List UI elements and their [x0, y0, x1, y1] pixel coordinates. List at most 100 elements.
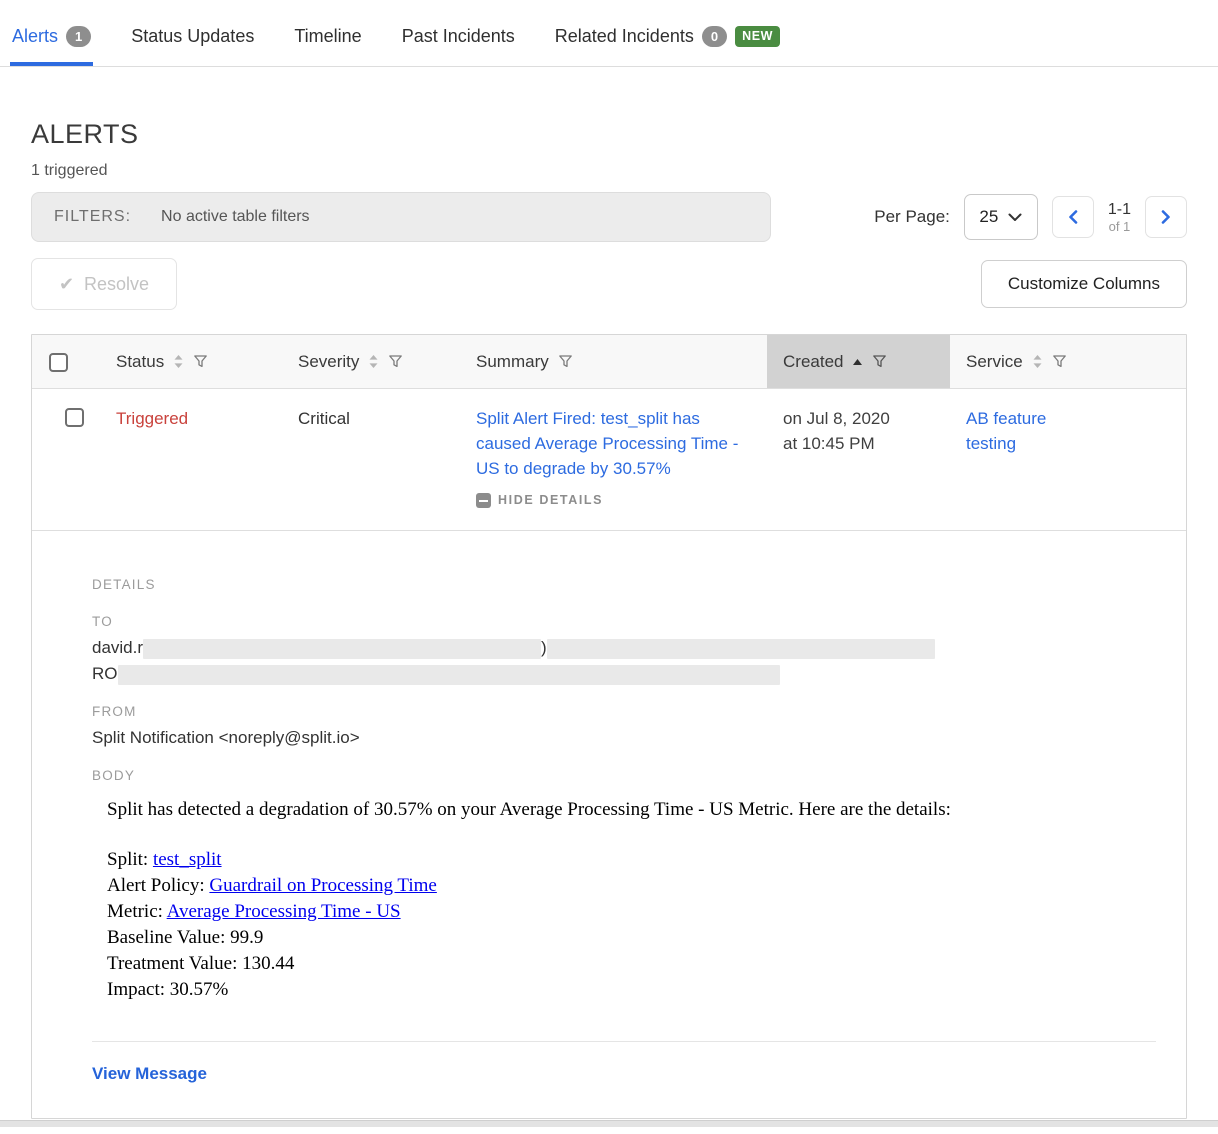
- chevron-right-icon: [1161, 210, 1171, 224]
- page-range-current: 1-1: [1108, 200, 1131, 219]
- chevron-left-icon: [1068, 210, 1078, 224]
- column-label: Severity: [298, 352, 359, 372]
- field-impact: Impact: 30.57%: [107, 977, 1156, 1003]
- sort-icon[interactable]: [1032, 354, 1043, 369]
- next-page-button[interactable]: [1145, 196, 1187, 238]
- email-body: Split has detected a degradation of 30.5…: [107, 799, 1156, 1003]
- column-header-summary[interactable]: Summary: [460, 335, 767, 388]
- status-cell: Triggered: [100, 389, 282, 530]
- column-label: Created: [783, 352, 843, 372]
- select-all-cell: [32, 335, 100, 388]
- per-page-select[interactable]: 25: [964, 194, 1038, 240]
- page-range: 1-1 of 1: [1108, 200, 1131, 235]
- column-header-status[interactable]: Status: [100, 335, 282, 388]
- table-toolbar: FILTERS: No active table filters Per Pag…: [31, 192, 1187, 242]
- page-range-total: of 1: [1108, 219, 1131, 235]
- new-badge: NEW: [735, 26, 780, 47]
- filter-funnel-icon[interactable]: [388, 354, 403, 369]
- triggered-count: 1 triggered: [31, 162, 1187, 180]
- tab-label: Timeline: [294, 26, 361, 47]
- service-link[interactable]: AB feature testing: [966, 406, 1076, 456]
- tab-alerts[interactable]: Alerts 1: [10, 26, 93, 66]
- filter-funnel-icon[interactable]: [1052, 354, 1067, 369]
- to-recipient-text: ): [541, 638, 547, 657]
- column-header-service[interactable]: Service: [950, 335, 1186, 388]
- resolve-button[interactable]: ✔ Resolve: [31, 258, 177, 310]
- to-line-2: RO: [92, 662, 1156, 686]
- filters-value: No active table filters: [161, 208, 310, 226]
- checkmark-icon: ✔: [59, 274, 74, 295]
- field-treatment-value: Treatment Value: 130.44: [107, 951, 1156, 977]
- table-row: Triggered Critical Split Alert Fired: te…: [32, 389, 1186, 530]
- filter-funnel-icon[interactable]: [193, 354, 208, 369]
- created-cell: on Jul 8, 2020 at 10:45 PM: [767, 389, 950, 530]
- row-select-cell: [32, 389, 100, 530]
- tab-past-incidents[interactable]: Past Incidents: [400, 26, 517, 66]
- hide-details-icon: [476, 493, 491, 508]
- per-page-label: Per Page:: [874, 207, 950, 227]
- filter-funnel-icon[interactable]: [558, 354, 573, 369]
- created-date: on Jul 8, 2020: [783, 406, 934, 431]
- sort-icon[interactable]: [368, 354, 379, 369]
- customize-columns-button[interactable]: Customize Columns: [981, 260, 1187, 308]
- tab-label: Past Incidents: [402, 26, 515, 47]
- resolve-button-label: Resolve: [84, 274, 149, 295]
- field-metric: Metric: Average Processing Time - US: [107, 899, 1156, 925]
- tab-status-updates[interactable]: Status Updates: [129, 26, 256, 66]
- alert-summary-link[interactable]: Split Alert Fired: test_split has caused…: [476, 409, 738, 478]
- filters-label: FILTERS:: [54, 208, 131, 226]
- body-fields: Split: test_split Alert Policy: Guardrai…: [107, 847, 1156, 1003]
- details-divider: [92, 1041, 1156, 1042]
- action-row: ✔ Resolve Customize Columns: [31, 258, 1187, 310]
- redacted-text: [143, 639, 541, 659]
- alerts-table: Status Severity Summary Created Service: [31, 334, 1187, 1119]
- tab-label: Status Updates: [131, 26, 254, 47]
- to-line-1: david.r): [92, 636, 1156, 660]
- to-recipient-text: david.r: [92, 638, 143, 657]
- filter-funnel-icon[interactable]: [872, 354, 887, 369]
- tab-related-incidents[interactable]: Related Incidents 0 NEW: [553, 26, 782, 66]
- pagination-controls: Per Page: 25 1-1 of 1: [874, 194, 1187, 240]
- alert-policy-link[interactable]: Guardrail on Processing Time: [209, 875, 436, 896]
- alerts-count-badge: 1: [66, 26, 91, 47]
- per-page-value: 25: [979, 207, 998, 227]
- select-all-checkbox[interactable]: [49, 353, 68, 372]
- tab-label: Alerts: [12, 26, 58, 47]
- metric-link[interactable]: Average Processing Time - US: [167, 901, 401, 922]
- tab-timeline[interactable]: Timeline: [292, 26, 363, 66]
- summary-cell: Split Alert Fired: test_split has caused…: [460, 389, 767, 530]
- sort-icon[interactable]: [173, 354, 184, 369]
- alert-details-panel: DETAILS TO david.r) RO FROM Split Notifi…: [32, 530, 1186, 1118]
- created-time: at 10:45 PM: [783, 431, 934, 456]
- window-bottom-edge: [0, 1120, 1218, 1127]
- service-cell: AB feature testing: [950, 389, 1186, 530]
- redacted-text: [547, 639, 935, 659]
- prev-page-button[interactable]: [1052, 196, 1094, 238]
- field-baseline-value: Baseline Value: 99.9: [107, 925, 1156, 951]
- from-value: Split Notification <noreply@split.io>: [92, 726, 1156, 750]
- table-header-row: Status Severity Summary Created Service: [32, 335, 1186, 389]
- tab-label: Related Incidents: [555, 26, 694, 47]
- sort-ascending-icon[interactable]: [852, 358, 863, 366]
- details-title: DETAILS: [92, 577, 1156, 592]
- column-header-severity[interactable]: Severity: [282, 335, 460, 388]
- tab-bar: Alerts 1 Status Updates Timeline Past In…: [0, 0, 1218, 67]
- filters-bar[interactable]: FILTERS: No active table filters: [31, 192, 771, 242]
- column-header-created[interactable]: Created: [767, 335, 950, 388]
- to-recipient-text: RO: [92, 664, 118, 683]
- field-split: Split: test_split: [107, 847, 1156, 873]
- customize-columns-label: Customize Columns: [1008, 274, 1160, 294]
- split-link[interactable]: test_split: [153, 849, 222, 870]
- hide-details-toggle[interactable]: HIDE DETAILS: [476, 488, 751, 513]
- from-label: FROM: [92, 704, 1156, 719]
- body-label: BODY: [92, 768, 1156, 783]
- field-alert-policy: Alert Policy: Guardrail on Processing Ti…: [107, 873, 1156, 899]
- hide-details-label: HIDE DETAILS: [498, 488, 603, 513]
- redacted-text: [118, 665, 780, 685]
- view-message-link[interactable]: View Message: [92, 1064, 207, 1084]
- column-label: Status: [116, 352, 164, 372]
- row-checkbox[interactable]: [65, 408, 84, 427]
- column-label: Summary: [476, 352, 549, 372]
- column-label: Service: [966, 352, 1023, 372]
- related-incidents-count-badge: 0: [702, 26, 727, 47]
